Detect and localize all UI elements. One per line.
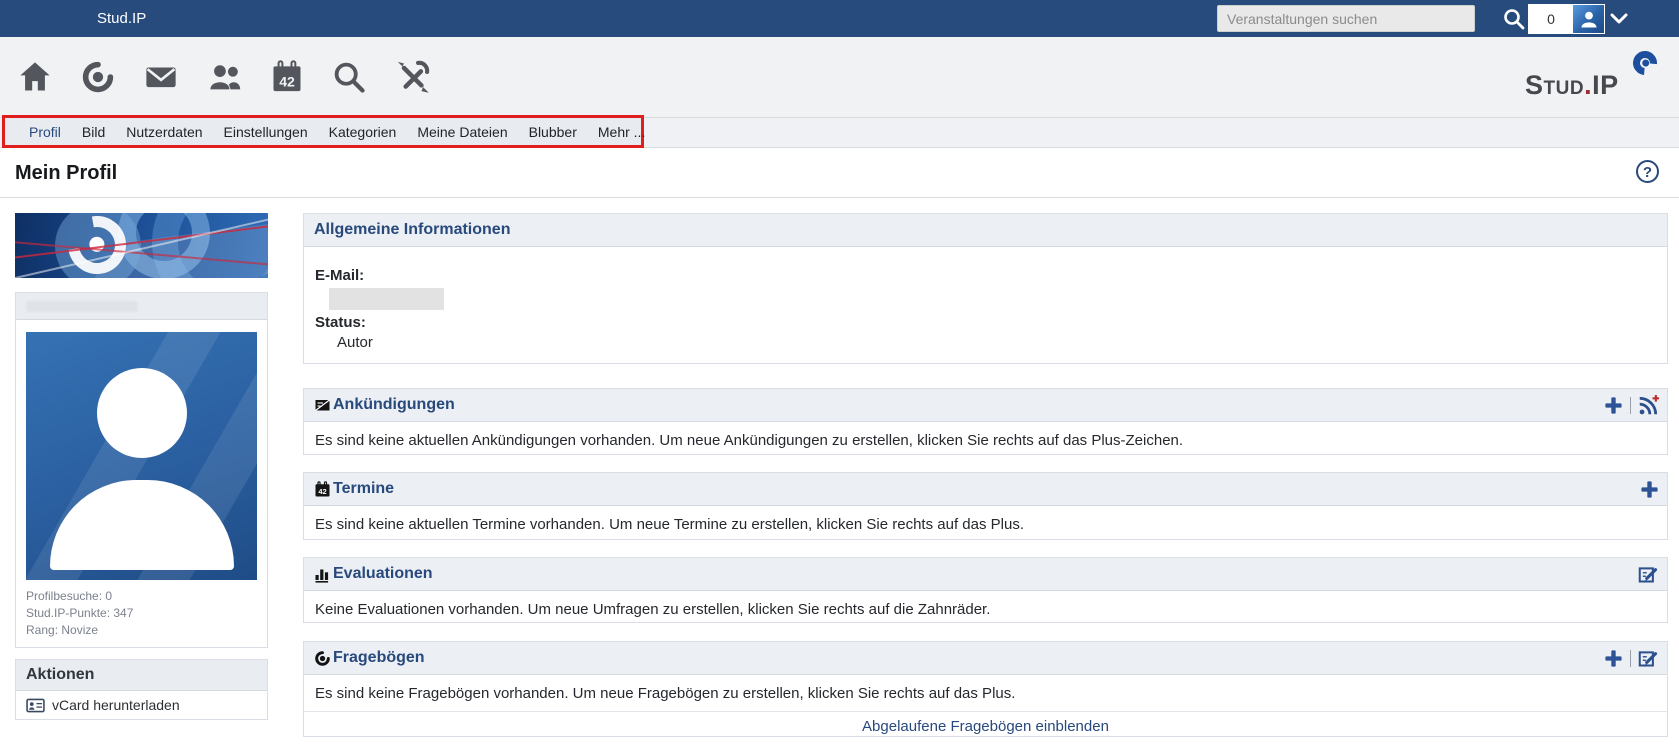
- panel-header: Ankündigungen: [304, 389, 1667, 422]
- red-annotation-box: Profil Bild Nutzerdaten Einstellungen Ka…: [2, 115, 644, 148]
- tab-bild[interactable]: Bild: [82, 124, 105, 140]
- svg-text:42: 42: [279, 74, 295, 90]
- actions-widget: Aktionen vCard herunterladen: [15, 659, 268, 720]
- panel-title: Evaluationen: [333, 565, 433, 583]
- email-value-redacted: [329, 288, 444, 310]
- search-icon[interactable]: [331, 59, 367, 95]
- status-value: Autor: [337, 333, 1655, 352]
- community-icon[interactable]: [207, 59, 243, 95]
- sidebar-banner-image: [15, 213, 268, 278]
- stat-studip-punkte: Stud.IP-Punkte: 347: [26, 605, 257, 622]
- empty-message: Es sind keine aktuellen Ankündigungen vo…: [304, 422, 1667, 449]
- profile-stats: Profilbesuche: 0 Stud.IP-Punkte: 347 Ran…: [16, 580, 267, 647]
- calendar-icon: 42: [314, 481, 331, 498]
- add-questionnaire-icon[interactable]: [1604, 649, 1623, 668]
- empty-message: Es sind keine Fragebögen vorhanden. Um n…: [304, 675, 1667, 702]
- main-content: Allgemeine Informationen E-Mail: Status:…: [303, 213, 1668, 737]
- help-icon[interactable]: ?: [1636, 160, 1659, 183]
- search-submit-icon[interactable]: [1502, 7, 1526, 31]
- sidebar: Profilbesuche: 0 Stud.IP-Punkte: 347 Ran…: [15, 213, 268, 720]
- tab-meine-dateien[interactable]: Meine Dateien: [417, 124, 507, 140]
- panel-title: Termine: [333, 480, 394, 498]
- top-bar: Stud.IP 0: [0, 0, 1679, 37]
- tab-kategorien[interactable]: Kategorien: [329, 124, 397, 140]
- spiral-icon: [314, 650, 331, 667]
- page-title: Mein Profil: [15, 162, 117, 185]
- svg-text:42: 42: [318, 487, 326, 496]
- add-announcement-icon[interactable]: [1604, 396, 1623, 415]
- vcard-download-link[interactable]: vCard herunterladen: [16, 691, 267, 719]
- rss-feed-activate-icon[interactable]: [1638, 395, 1659, 416]
- main-icon-toolbar: 42 Stud.IP: [0, 37, 1679, 118]
- panel-header: 42 Termine: [304, 473, 1667, 506]
- user-avatar[interactable]: [1573, 5, 1604, 33]
- courses-spiral-icon[interactable]: [80, 59, 116, 95]
- action-separator: [1630, 650, 1631, 667]
- profile-widget: Profilbesuche: 0 Stud.IP-Punkte: 347 Ran…: [15, 292, 268, 648]
- panel-termine: 42 Termine Es sind keine aktuellen Termi…: [303, 472, 1668, 540]
- panel-header: Evaluationen: [304, 558, 1667, 591]
- panel-ankuendigungen: Ankündigungen Es sind keine aktuel: [303, 388, 1668, 455]
- panel-evaluationen: Evaluationen Keine Evaluationen vorhande…: [303, 557, 1668, 623]
- notification-counter[interactable]: 0: [1529, 5, 1573, 33]
- tab-mehr[interactable]: Mehr ...: [598, 124, 645, 140]
- user-header-group: 0: [1528, 4, 1605, 34]
- stat-profilbesuche: Profilbesuche: 0: [26, 588, 257, 605]
- mail-icon[interactable]: [143, 59, 179, 95]
- vcard-label: vCard herunterladen: [52, 697, 180, 713]
- email-label: E-Mail:: [315, 267, 1655, 285]
- page-header: Mein Profil ?: [0, 148, 1679, 198]
- actions-widget-title: Aktionen: [16, 660, 267, 691]
- edit-questionnaires-icon[interactable]: [1638, 648, 1659, 669]
- profile-widget-header: [16, 293, 267, 320]
- empty-message: Keine Evaluationen vorhanden. Um neue Um…: [304, 591, 1667, 618]
- news-icon: [314, 397, 331, 414]
- panel-header: Allgemeine Informationen: [304, 214, 1667, 247]
- bar-chart-icon: [314, 566, 331, 583]
- profile-name-redacted: [26, 301, 138, 312]
- logo-text: Stud: [1525, 70, 1584, 100]
- tab-profil[interactable]: Profil: [29, 124, 61, 140]
- tab-einstellungen[interactable]: Einstellungen: [224, 124, 308, 140]
- panel-title: Ankündigungen: [333, 396, 455, 414]
- show-expired-questionnaires-link[interactable]: Abgelaufene Fragebögen einblenden: [862, 718, 1109, 735]
- course-search-input[interactable]: [1217, 5, 1475, 32]
- panel-frageboegen: Fragebögen Es sind keine Frageböge: [303, 641, 1668, 737]
- add-date-icon[interactable]: [1640, 480, 1659, 499]
- panel-title: Fragebögen: [333, 649, 425, 667]
- app-title: Stud.IP: [97, 0, 146, 37]
- studip-logo[interactable]: Stud.IP: [1525, 53, 1655, 105]
- panel-title: Allgemeine Informationen: [314, 221, 510, 239]
- tab-blubber[interactable]: Blubber: [529, 124, 577, 140]
- logo-spiral-icon: [1628, 46, 1662, 80]
- home-icon[interactable]: [17, 59, 53, 95]
- schedule-calendar-icon[interactable]: 42: [269, 59, 305, 95]
- empty-message: Es sind keine aktuellen Termine vorhande…: [304, 506, 1667, 533]
- tools-wrench-pencil-icon[interactable]: [395, 59, 431, 95]
- action-separator: [1630, 397, 1631, 414]
- logo-red-dot: .: [1584, 70, 1592, 100]
- panel-allgemeine-informationen: Allgemeine Informationen E-Mail: Status:…: [303, 213, 1668, 364]
- tab-nutzerdaten[interactable]: Nutzerdaten: [126, 124, 202, 140]
- avatar-head-shape: [97, 368, 187, 458]
- status-label: Status:: [315, 314, 1655, 332]
- person-icon: [1579, 9, 1599, 29]
- edit-evaluations-icon[interactable]: [1638, 564, 1659, 585]
- stat-rang: Rang: Novize: [26, 622, 257, 639]
- profile-avatar-image: [26, 332, 257, 580]
- user-menu-chevron-down-icon[interactable]: [1610, 13, 1628, 25]
- vcard-icon: [26, 698, 45, 713]
- panel-header: Fragebögen: [304, 642, 1667, 675]
